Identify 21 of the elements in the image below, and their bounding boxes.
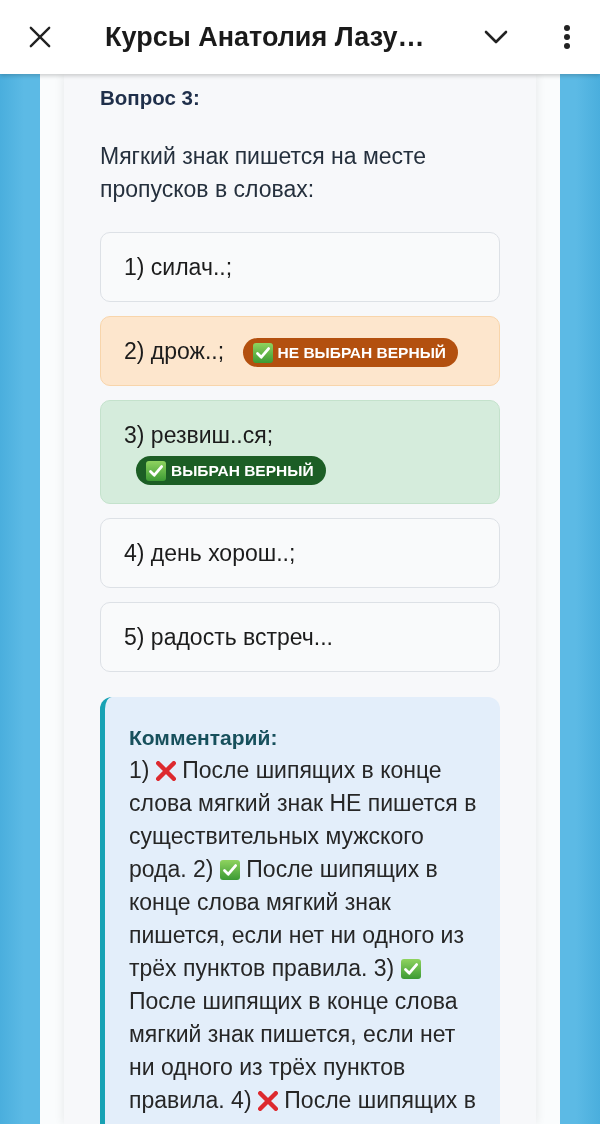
page-title: Курсы Анатолия Лазу… [105, 21, 426, 53]
checkmark-icon [400, 959, 421, 979]
cross-icon [155, 761, 176, 781]
answer-option[interactable]: 2) дрож..; НЕ ВЫБРАН ВЕРНЫЙ [100, 316, 500, 386]
answer-option[interactable]: 5) радость встреч... [100, 602, 500, 672]
checkmark-icon [252, 342, 273, 363]
close-icon[interactable] [29, 26, 51, 48]
answer-option[interactable]: 3) резвиш..ся; ВЫБРАН ВЕРНЫЙ [100, 400, 500, 504]
chevron-down-icon[interactable] [484, 30, 508, 44]
status-label: НЕ ВЫБРАН ВЕРНЫЙ [277, 343, 446, 364]
comment-text: 1) После шипящих в конце слова мягкий знак НЕ пишется в существительных мужского рода. 2) После шипящих в конце слова мягкий знак пишется, если нет ни одного из трёх пунктов правила. 3) После шипящих в конце слова мягкий знак пишется, если нет ни одного из трёх пунктов правила. 4) После шипящих в [129, 756, 478, 1115]
checkmark-icon [219, 860, 240, 880]
status-label: ВЫБРАН ВЕРНЫЙ [171, 461, 314, 482]
cross-icon [257, 1091, 278, 1111]
answer-option[interactable]: 1) силач..; [100, 232, 500, 302]
comment-title: Комментарий: [129, 725, 279, 751]
question-text: Мягкий знак пишется на месте пропусков в словах: [100, 142, 428, 204]
checkmark-icon [146, 460, 166, 481]
answer-option[interactable]: 4) день хорош..; [100, 518, 500, 588]
more-options-icon[interactable] [564, 25, 570, 49]
question-title: Вопрос 3: [100, 85, 201, 111]
